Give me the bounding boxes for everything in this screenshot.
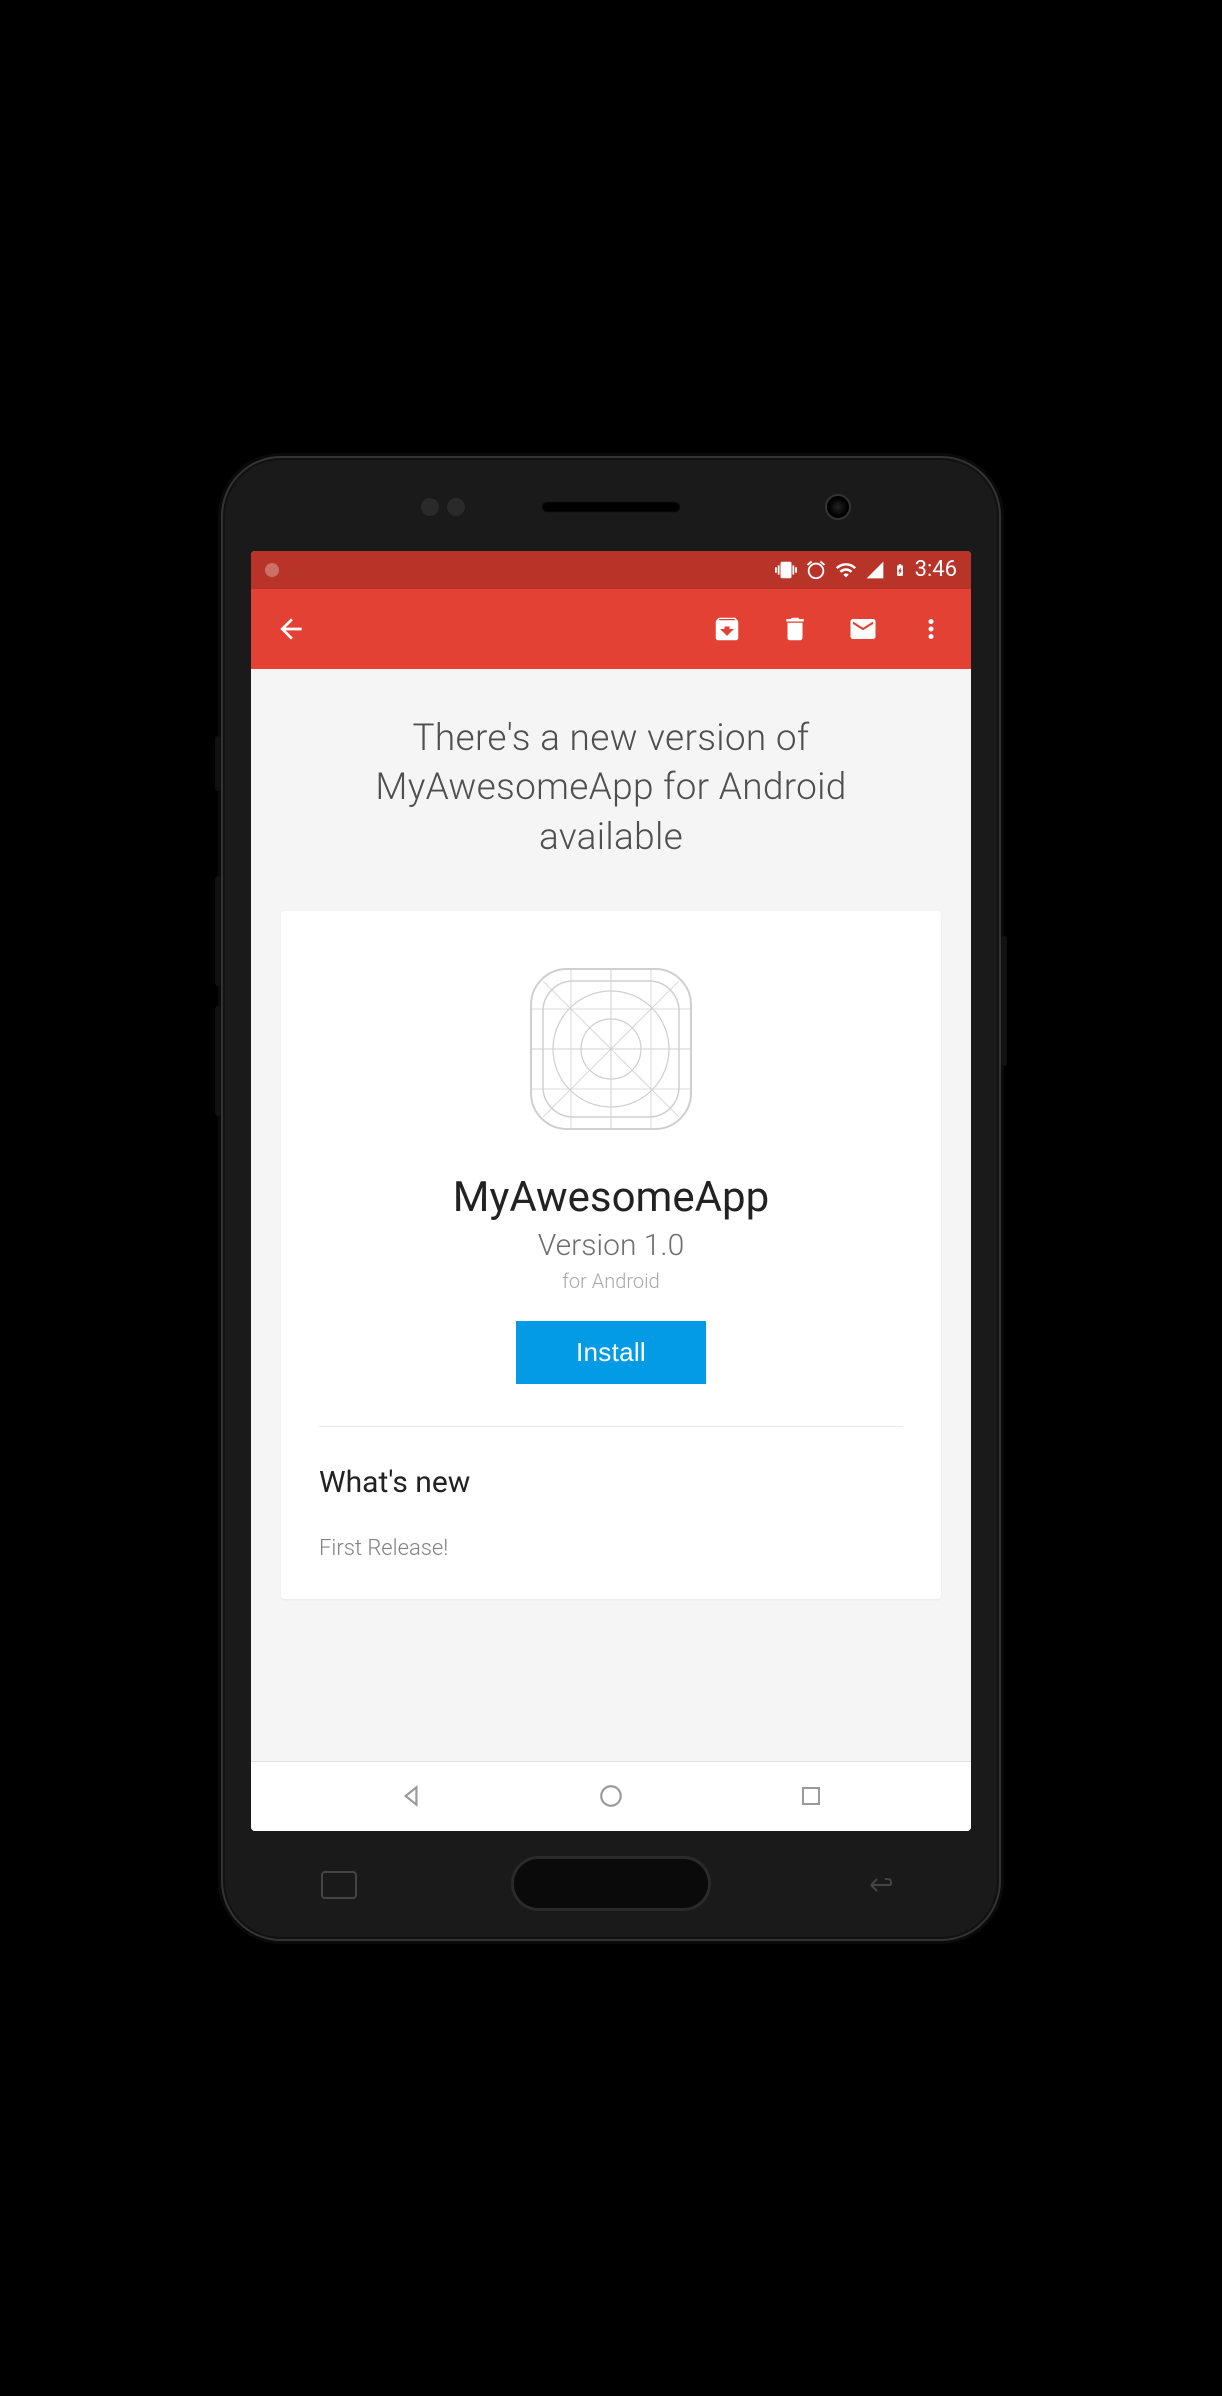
phone-frame: 3:46 There's a new version of MyAwesomeA…	[221, 456, 1001, 1941]
archive-button[interactable]	[707, 609, 747, 649]
whats-new-heading: What's new	[319, 1465, 903, 1500]
archive-icon	[712, 614, 742, 644]
signal-icon	[865, 560, 885, 580]
app-card: MyAwesomeApp Version 1.0 for Android Ins…	[281, 911, 941, 1599]
side-button	[215, 876, 221, 986]
nav-back-button[interactable]	[381, 1776, 441, 1816]
divider	[319, 1426, 903, 1427]
front-camera	[825, 494, 851, 520]
back-capacitive-icon[interactable]	[865, 1871, 901, 1899]
back-button[interactable]	[271, 609, 311, 649]
recents-capacitive-icon[interactable]	[321, 1871, 357, 1899]
trash-icon	[780, 614, 810, 644]
app-toolbar	[251, 589, 971, 669]
mark-unread-button[interactable]	[843, 609, 883, 649]
whats-new-body: First Release!	[319, 1536, 903, 1561]
more-vert-icon	[916, 614, 946, 644]
battery-charging-icon	[893, 559, 907, 581]
circle-home-icon	[598, 1783, 624, 1809]
status-bar: 3:46	[251, 551, 971, 589]
app-icon	[521, 959, 701, 1139]
nav-recents-button[interactable]	[781, 1776, 841, 1816]
side-button	[1001, 936, 1007, 1066]
app-name: MyAwesomeApp	[319, 1173, 903, 1222]
email-content[interactable]: There's a new version of MyAwesomeApp fo…	[251, 669, 971, 1761]
system-nav-bar	[251, 1761, 971, 1831]
app-platform: for Android	[319, 1269, 903, 1293]
nav-home-button[interactable]	[581, 1776, 641, 1816]
hero-title: There's a new version of MyAwesomeApp fo…	[281, 714, 941, 864]
triangle-back-icon	[398, 1783, 424, 1809]
arrow-back-icon	[275, 613, 307, 645]
delete-button[interactable]	[775, 609, 815, 649]
screen: 3:46 There's a new version of MyAwesomeA…	[251, 551, 971, 1831]
vibrate-icon	[775, 559, 797, 581]
app-version: Version 1.0	[319, 1228, 903, 1263]
notification-dot-icon	[265, 563, 279, 577]
install-button[interactable]: Install	[516, 1321, 706, 1384]
mail-icon	[848, 614, 878, 644]
sensor-dots	[421, 498, 465, 516]
alarm-icon	[805, 559, 827, 581]
status-time: 3:46	[915, 557, 957, 582]
wifi-icon	[835, 559, 857, 581]
physical-home-button[interactable]	[511, 1856, 711, 1911]
square-recents-icon	[799, 1784, 823, 1808]
side-button	[215, 736, 221, 791]
side-button	[215, 1006, 221, 1116]
overflow-menu-button[interactable]	[911, 609, 951, 649]
